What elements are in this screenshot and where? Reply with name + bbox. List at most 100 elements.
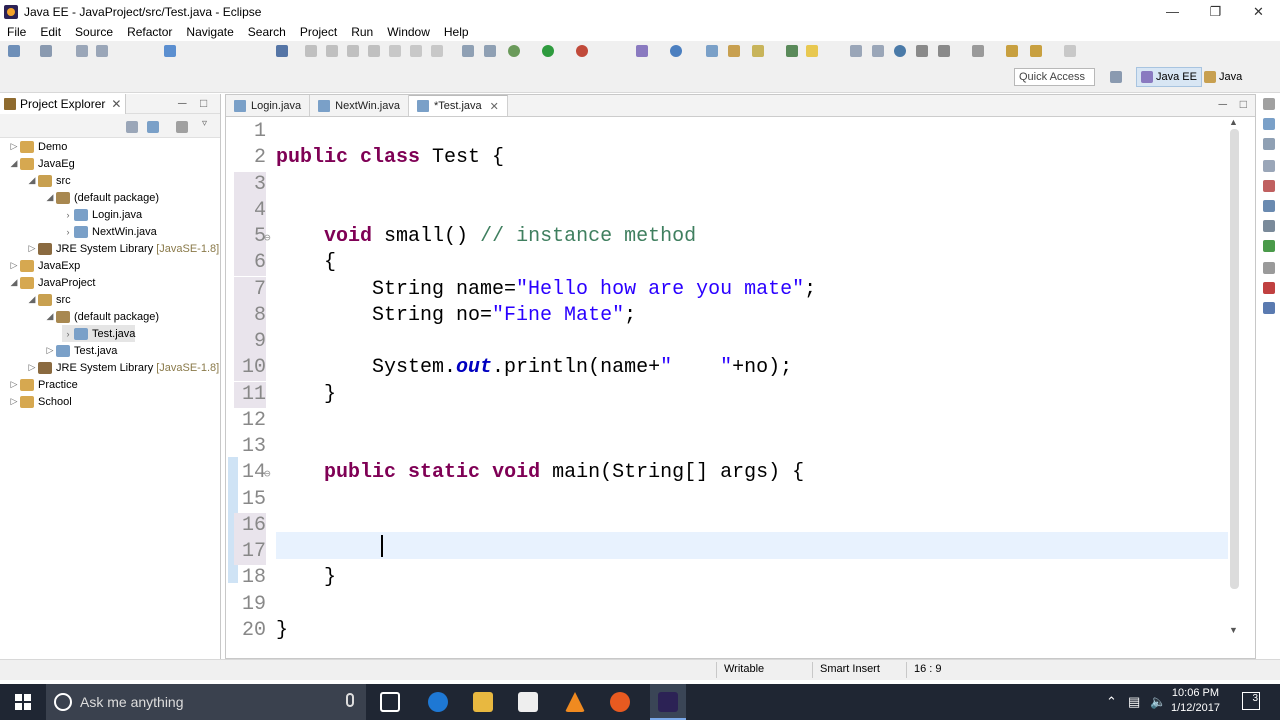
code-area[interactable]: 1 2 public class Test {3 4 5 ⊖ void small() /… — [226, 117, 1228, 647]
microphone-icon[interactable] — [346, 693, 354, 707]
servers-icon[interactable] — [1263, 200, 1275, 212]
view-menu-icon[interactable] — [176, 121, 188, 133]
cortana-search[interactable]: Ask me anything — [46, 684, 366, 720]
store-icon[interactable] — [518, 692, 538, 712]
web-browser-icon[interactable] — [894, 45, 906, 57]
chevron-down-icon[interactable]: ▿ — [202, 118, 207, 129]
suspend-icon[interactable] — [326, 45, 338, 57]
chevron-right-icon[interactable]: ▷ — [26, 362, 38, 373]
tree-item[interactable]: ▷ JRE System Library [JavaSE-1.8] — [26, 359, 219, 376]
chevron-right-icon[interactable]: › — [62, 227, 74, 237]
tree-item[interactable]: ◢ JavaEg — [8, 155, 75, 172]
chevron-up-icon[interactable]: ⌃ — [1106, 694, 1117, 710]
scroll-down-icon[interactable]: ▼ — [1229, 625, 1238, 635]
scroll-thumb[interactable] — [1230, 129, 1239, 589]
chevron-down-icon[interactable]: ◢ — [26, 294, 38, 305]
menu-run[interactable]: Run — [344, 25, 380, 39]
chevron-right-icon[interactable]: ▷ — [8, 379, 20, 390]
notification-icon[interactable]: 3 — [1242, 692, 1260, 710]
data-source-icon[interactable] — [1263, 220, 1275, 232]
step-over-icon[interactable] — [410, 45, 422, 57]
file-explorer-icon[interactable] — [473, 692, 493, 712]
tab-login-java[interactable]: Login.java — [226, 95, 311, 116]
new-package-icon[interactable] — [706, 45, 718, 57]
vertical-scrollbar[interactable]: ▲ ▼ — [1227, 117, 1241, 637]
fold-icon[interactable]: ⊖ — [264, 231, 271, 245]
block-selection-icon[interactable] — [850, 45, 862, 57]
new-icon[interactable] — [8, 45, 20, 57]
close-button[interactable]: ✕ — [1237, 0, 1280, 23]
terminate-icon[interactable] — [347, 45, 359, 57]
restore-button[interactable]: ❐ — [1194, 0, 1237, 23]
tree-item[interactable]: ▷ Test.java — [44, 342, 117, 359]
chevron-right-icon[interactable]: ▷ — [8, 141, 20, 152]
tree-item[interactable]: ◢ (default package) — [44, 189, 159, 206]
external-tools-icon[interactable] — [576, 45, 588, 57]
chevron-right-icon[interactable]: ▷ — [8, 396, 20, 407]
open-perspective-icon[interactable] — [1110, 71, 1122, 83]
properties-icon[interactable] — [1263, 180, 1275, 192]
link-with-editor-icon[interactable] — [147, 121, 159, 133]
chevron-down-icon[interactable]: ◢ — [26, 175, 38, 186]
menu-window[interactable]: Window — [380, 25, 437, 39]
markers-icon[interactable] — [1263, 160, 1275, 172]
chevron-right-icon[interactable]: ▷ — [26, 243, 38, 254]
search-icon[interactable] — [752, 45, 764, 57]
restore-icon[interactable] — [1263, 98, 1275, 110]
tree-item[interactable]: ◢ (default package) — [44, 308, 159, 325]
snippets-icon[interactable] — [1263, 240, 1275, 252]
tree-item[interactable]: ▷ Practice — [8, 376, 78, 393]
new-java-class-icon[interactable] — [670, 45, 682, 57]
chevron-down-icon[interactable]: ◢ — [8, 158, 20, 169]
tree-item[interactable]: › Login.java — [62, 206, 142, 223]
task-view-icon[interactable] — [380, 692, 400, 712]
tab-project-explorer[interactable]: Project Explorer ✕ — [0, 93, 127, 114]
menu-edit[interactable]: Edit — [33, 25, 68, 39]
show-whitespace-icon[interactable] — [872, 45, 884, 57]
chevron-right-icon[interactable]: › — [62, 210, 74, 220]
disconnect-icon[interactable] — [368, 45, 380, 57]
toggle-mark-occurrences-icon[interactable] — [806, 45, 818, 57]
menu-refactor[interactable]: Refactor — [120, 25, 179, 39]
save-icon[interactable] — [76, 45, 88, 57]
pin-editor-icon[interactable] — [972, 45, 984, 57]
last-edit-icon[interactable] — [916, 45, 928, 57]
menu-file[interactable]: File — [0, 25, 33, 39]
tree-item[interactable]: › Test.java — [62, 325, 136, 342]
tree-item[interactable]: ▷ Demo — [8, 138, 67, 155]
debug-icon[interactable] — [508, 45, 520, 57]
run-icon[interactable] — [542, 45, 554, 57]
chevron-down-icon[interactable]: ◢ — [44, 192, 56, 203]
menu-navigate[interactable]: Navigate — [179, 25, 240, 39]
progress-icon[interactable] — [1263, 302, 1275, 314]
vlc-icon[interactable] — [565, 692, 585, 712]
step-return-icon[interactable] — [431, 45, 443, 57]
tree-item[interactable]: ◢ src — [26, 172, 71, 189]
quick-access-input[interactable]: Quick Access — [1014, 68, 1095, 86]
collapse-all-icon[interactable] — [126, 121, 138, 133]
menu-source[interactable]: Source — [68, 25, 120, 39]
close-icon[interactable]: ✕ — [111, 97, 121, 111]
maximize-editor-icon[interactable]: □ — [1240, 97, 1247, 111]
outline-icon[interactable] — [1263, 118, 1275, 130]
fold-icon[interactable]: ⊖ — [264, 467, 271, 481]
tree-item[interactable]: ▷ School — [8, 393, 72, 410]
resume-icon[interactable] — [305, 45, 317, 57]
firefox-icon[interactable] — [610, 692, 630, 712]
menu-project[interactable]: Project — [293, 25, 344, 39]
problems-icon[interactable] — [1263, 282, 1275, 294]
minimize-editor-icon[interactable]: ─ — [1218, 97, 1227, 111]
drop-to-frame-icon[interactable] — [462, 45, 474, 57]
chevron-right-icon[interactable]: › — [62, 329, 74, 339]
new-project-icon[interactable] — [40, 45, 52, 57]
skip-breakpoints-icon[interactable] — [276, 45, 288, 57]
open-folder-icon[interactable] — [728, 45, 740, 57]
console-icon[interactable] — [1263, 262, 1275, 274]
close-icon[interactable]: ✕ — [490, 100, 499, 113]
tab-test-java[interactable]: *Test.java ✕ — [408, 95, 508, 116]
task-list-icon[interactable] — [1263, 138, 1275, 150]
annotation-nav-icon[interactable] — [938, 45, 950, 57]
next-annotation-icon[interactable] — [786, 45, 798, 57]
use-step-filters-icon[interactable] — [484, 45, 496, 57]
taskbar-eclipse[interactable] — [650, 684, 686, 720]
